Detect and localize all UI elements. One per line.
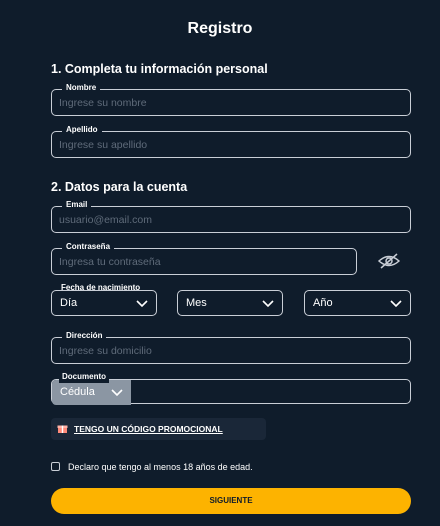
year-select-value: Año bbox=[313, 297, 333, 309]
eye-off-icon[interactable] bbox=[377, 252, 401, 270]
address-placeholder: Ingrese su domicilio bbox=[59, 345, 152, 357]
apellido-label: Apellido bbox=[62, 124, 102, 136]
password-placeholder: Ingresa tu contraseña bbox=[59, 256, 161, 268]
email-placeholder: usuario@email.com bbox=[59, 214, 152, 226]
page-title: Registro bbox=[187, 20, 253, 37]
age-checkbox-label: Declaro que tengo al menos 18 años de ed… bbox=[68, 462, 253, 472]
document-label: Documento bbox=[59, 371, 109, 383]
section-account-data: 2. Datos para la cuenta bbox=[51, 180, 188, 194]
address-label: Dirección bbox=[62, 330, 107, 342]
address-field[interactable]: Dirección Ingrese su domicilio bbox=[51, 330, 411, 364]
apellido-field[interactable]: Apellido Ingrese su apellido bbox=[51, 124, 411, 158]
gift-icon bbox=[57, 425, 68, 433]
password-field[interactable]: Contraseña Ingresa tu contraseña bbox=[51, 241, 357, 275]
chevron-down-icon bbox=[111, 389, 123, 397]
nombre-placeholder: Ingrese su nombre bbox=[59, 97, 147, 109]
day-select-value: Día bbox=[60, 297, 78, 309]
submit-button-label: SIGUIENTE bbox=[209, 496, 253, 505]
year-select[interactable]: Año bbox=[304, 290, 411, 316]
document-type-value: Cédula bbox=[60, 386, 95, 398]
chevron-down-icon bbox=[262, 300, 274, 308]
promo-code-toggle[interactable]: TENGO UN CÓDIGO PROMOCIONAL bbox=[51, 418, 266, 440]
age-checkbox[interactable] bbox=[51, 462, 60, 471]
email-label: Email bbox=[62, 199, 92, 211]
chevron-down-icon bbox=[136, 300, 148, 308]
month-select-value: Mes bbox=[186, 297, 207, 309]
nombre-field[interactable]: Nombre Ingrese su nombre bbox=[51, 82, 411, 116]
chevron-down-icon bbox=[390, 300, 402, 308]
email-field[interactable]: Email usuario@email.com bbox=[51, 199, 411, 233]
month-select[interactable]: Mes bbox=[177, 290, 283, 316]
promo-code-link[interactable]: TENGO UN CÓDIGO PROMOCIONAL bbox=[74, 424, 223, 434]
nombre-label: Nombre bbox=[62, 82, 101, 94]
day-select[interactable]: Día bbox=[51, 290, 157, 316]
apellido-placeholder: Ingrese su apellido bbox=[59, 139, 148, 151]
document-type-select[interactable]: Cédula bbox=[52, 380, 131, 405]
section-personal-info: 1. Completa tu información personal bbox=[51, 62, 268, 76]
submit-button[interactable]: SIGUIENTE bbox=[51, 488, 411, 514]
password-label: Contraseña bbox=[62, 241, 115, 253]
